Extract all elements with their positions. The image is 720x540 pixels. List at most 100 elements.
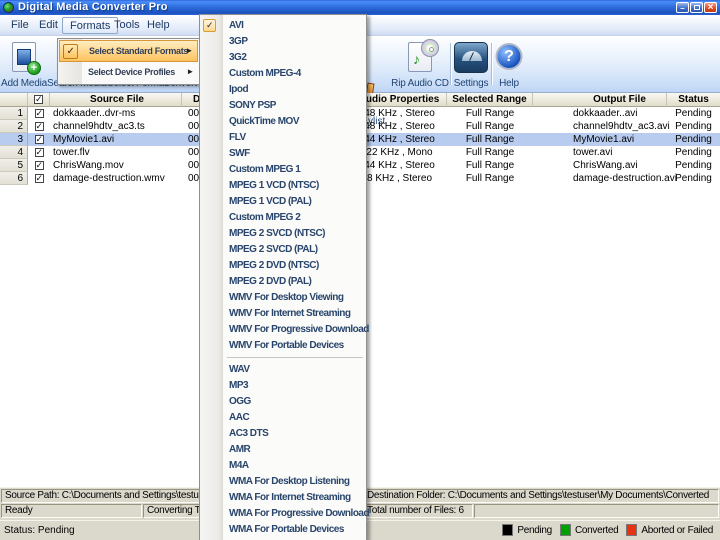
submenu-item[interactable]: WMV For Desktop Viewing: [200, 290, 366, 306]
submenu-item[interactable]: SWF: [200, 146, 366, 162]
submenu-item-label: WMA For Portable Devices: [229, 524, 344, 535]
submenu-item[interactable]: Custom MPEG 1: [200, 162, 366, 178]
output-file-cell: ChrisWang.avi: [533, 159, 667, 172]
submenu-item[interactable]: WMA For Desktop Listening: [200, 474, 366, 490]
submenu-item[interactable]: Custom MPEG 2: [200, 210, 366, 226]
submenu-item[interactable]: WMA For Portable Devices: [200, 522, 366, 538]
menu-item-label: Select Device Profiles: [88, 67, 175, 77]
row-checkbox-cell: [28, 120, 50, 133]
help-button[interactable]: ? Help: [493, 39, 525, 91]
window-title: Digital Media Converter Pro: [18, 1, 168, 13]
source-file-cell: channel9hdtv_ac3.ts: [50, 120, 182, 133]
toolbar-separator: [491, 43, 492, 85]
minimize-button[interactable]: [676, 2, 689, 13]
row-checkbox[interactable]: [35, 174, 44, 183]
submenu-item[interactable]: M4A: [200, 458, 366, 474]
submenu-item-label: MPEG 1 VCD (PAL): [229, 196, 311, 207]
status-cell: Pending: [667, 172, 720, 185]
header-checkbox[interactable]: [34, 95, 43, 104]
menu-help[interactable]: Help: [140, 17, 177, 34]
status-pending-text: Status: Pending: [4, 525, 75, 536]
submenu-item-label: MPEG 2 SVCD (PAL): [229, 244, 318, 255]
row-checkbox[interactable]: [35, 135, 44, 144]
total-files-panel: Total number of Files: 6: [363, 504, 473, 518]
submenu-item[interactable]: Ipod: [200, 82, 366, 98]
status-cell: Pending: [667, 120, 720, 133]
header-selected-range[interactable]: Selected Range: [447, 93, 533, 107]
settings-button[interactable]: Settings: [452, 39, 490, 91]
restore-button[interactable]: [690, 2, 703, 13]
submenu-item-label: WMA For Desktop Listening: [229, 476, 349, 487]
submenu-item[interactable]: Custom MPEG-4: [200, 66, 366, 82]
submenu-item-label: Custom MPEG-4: [229, 68, 301, 79]
checkmark-icon: [203, 19, 216, 32]
converted-swatch: [560, 524, 571, 536]
submenu-item[interactable]: 3G2: [200, 50, 366, 66]
add-media-icon: +: [12, 42, 36, 72]
status-cell: Pending: [667, 133, 720, 146]
submenu-item-label: QuickTime MOV: [229, 116, 299, 127]
submenu-item[interactable]: MPEG 1 VCD (NTSC): [200, 178, 366, 194]
header-status[interactable]: Status: [667, 93, 720, 107]
submenu-item-label: AVI: [229, 20, 243, 31]
submenu-item[interactable]: AVI: [200, 18, 366, 34]
submenu-item[interactable]: SONY PSP: [200, 98, 366, 114]
submenu-item-label: MPEG 2 SVCD (NTSC): [229, 228, 325, 239]
submenu-item[interactable]: MP3: [200, 378, 366, 394]
header-checkbox-cell[interactable]: [28, 93, 50, 107]
converted-legend-label: Converted: [575, 525, 618, 536]
submenu-item-label: WMV For Desktop Viewing: [229, 292, 343, 303]
submenu-item[interactable]: MPEG 2 DVD (PAL): [200, 274, 366, 290]
status-cell: Pending: [667, 146, 720, 159]
header-output-file[interactable]: Output File: [533, 93, 667, 107]
header-row-number[interactable]: [0, 93, 28, 107]
submenu-item[interactable]: WMA For Internet Streaming: [200, 490, 366, 506]
row-checkbox[interactable]: [35, 148, 44, 157]
help-label: Help: [493, 78, 525, 89]
submenu-item[interactable]: MPEG 2 SVCD (PAL): [200, 242, 366, 258]
submenu-item[interactable]: WMA For Progressive Download: [200, 506, 366, 522]
output-file-cell: MyMovie1.avi: [533, 133, 667, 146]
submenu-arrow-icon: [185, 41, 193, 61]
row-checkbox[interactable]: [35, 122, 44, 131]
source-file-cell: tower.flv: [50, 146, 182, 159]
menu-file[interactable]: File: [4, 17, 36, 34]
rip-audio-cd-button[interactable]: ♪ Rip Audio CD: [391, 39, 449, 91]
rip-audio-cd-label: Rip Audio CD: [391, 78, 449, 89]
submenu-item-label: MP3: [229, 380, 248, 391]
submenu-item[interactable]: AC3 DTS: [200, 426, 366, 442]
menu-item-select-standard-formats[interactable]: Select Standard Formats: [59, 40, 198, 62]
submenu-item[interactable]: WAV: [200, 362, 366, 378]
submenu-item[interactable]: WMV For Portable Devices: [200, 338, 366, 354]
row-checkbox[interactable]: [35, 109, 44, 118]
row-checkbox[interactable]: [35, 161, 44, 170]
source-file-cell: ChrisWang.mov: [50, 159, 182, 172]
row-number: 6: [0, 172, 28, 185]
close-button[interactable]: [704, 2, 717, 13]
submenu-item[interactable]: AMR: [200, 442, 366, 458]
row-number: 1: [0, 107, 28, 120]
menu-edit[interactable]: Edit: [32, 17, 65, 34]
submenu-item[interactable]: 3GP: [200, 34, 366, 50]
output-file-cell: channel9hdtv_ac3.avi: [533, 120, 667, 133]
row-checkbox-cell: [28, 146, 50, 159]
submenu-item[interactable]: WMV For Progressive Download: [200, 322, 366, 338]
submenu-item[interactable]: MPEG 2 DVD (NTSC): [200, 258, 366, 274]
ready-panel: Ready: [1, 504, 142, 518]
submenu-item[interactable]: MPEG 2 SVCD (NTSC): [200, 226, 366, 242]
submenu-item[interactable]: MPEG 1 VCD (PAL): [200, 194, 366, 210]
add-media-button[interactable]: + Add Media: [1, 39, 47, 91]
submenu-item[interactable]: OGG: [200, 394, 366, 410]
submenu-item[interactable]: FLV: [200, 130, 366, 146]
submenu-item[interactable]: QuickTime MOV: [200, 114, 366, 130]
selected-range-cell: Full Range: [447, 107, 533, 120]
header-source-file[interactable]: Source File: [50, 93, 182, 107]
submenu-item[interactable]: AAC: [200, 410, 366, 426]
formats-dropdown-menu: Select Standard Formats Select Device Pr…: [57, 38, 200, 85]
pending-swatch: [502, 524, 513, 536]
submenu-item[interactable]: WMV For Internet Streaming: [200, 306, 366, 322]
selected-range-cell: Full Range: [447, 146, 533, 159]
submenu-item-label: WAV: [229, 364, 250, 375]
menu-item-select-device-profiles[interactable]: Select Device Profiles: [59, 62, 198, 84]
status-cell: Pending: [667, 107, 720, 120]
